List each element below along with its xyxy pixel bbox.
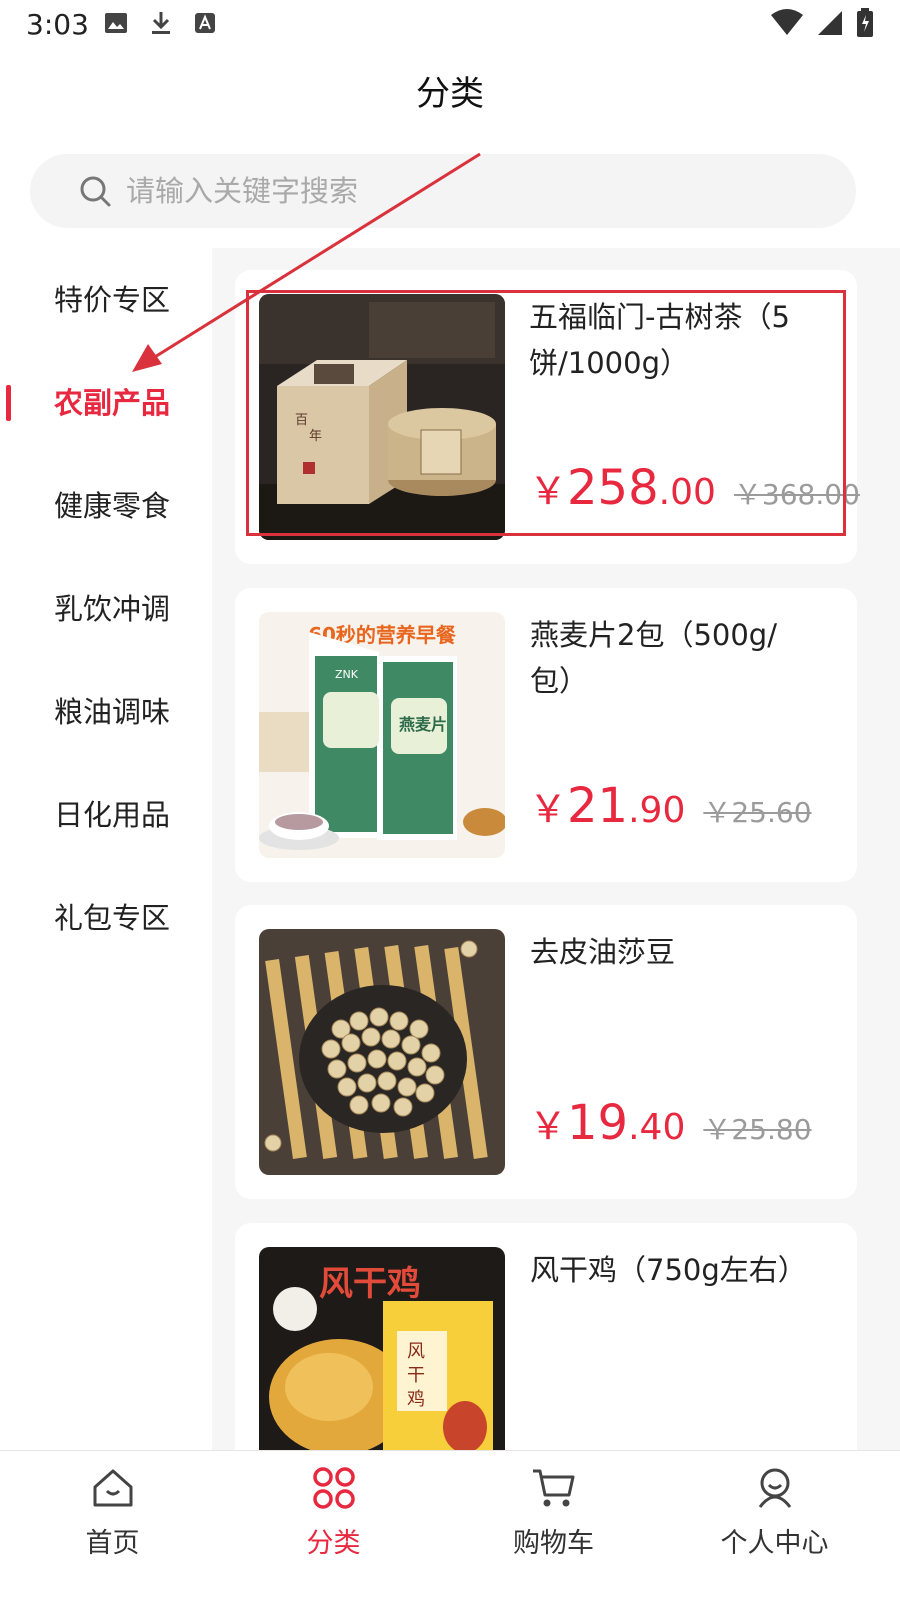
cart-icon [533, 1469, 575, 1507]
sidebar-item-grain-oil-seasoning[interactable]: 粮油调味 [0, 682, 212, 742]
price-row: ￥ 258 .00 ￥368.00 [529, 460, 860, 516]
svg-text:风: 风 [407, 1341, 425, 1362]
product-image-tea[interactable]: 百 年 [259, 294, 505, 540]
app-notification-icon [195, 13, 215, 33]
original-price: ￥25.60 [703, 796, 812, 829]
price-integer: 258 [567, 460, 659, 516]
product-card[interactable]: 60秒的营养早餐 ZNK 燕麦片 燕麦片2包（500g/包） ￥ 21 .90 [235, 588, 857, 882]
category-icon [313, 1467, 355, 1509]
sidebar-item-label: 特价专区 [54, 283, 171, 317]
nav-cart[interactable]: 购物车 [441, 1451, 666, 1600]
svg-text:百: 百 [295, 413, 308, 428]
price-integer: 19 [567, 1095, 629, 1151]
sidebar-item-daily-chemicals[interactable]: 日化用品 [0, 785, 212, 845]
signal-icon [818, 11, 842, 35]
nav-label: 个人中心 [720, 1528, 829, 1559]
svg-text:年: 年 [309, 429, 322, 444]
sidebar-item-label: 农副产品 [54, 386, 171, 420]
nav-category[interactable]: 分类 [221, 1451, 446, 1600]
product-image-oatmeal[interactable]: 60秒的营养早餐 ZNK 燕麦片 [259, 612, 505, 858]
wifi-icon [771, 9, 803, 35]
product-name[interactable]: 燕麦片2包（500g/包） [530, 612, 800, 704]
product-name[interactable]: 风干鸡（750g左右） [530, 1247, 850, 1293]
sidebar-item-label: 乳饮冲调 [54, 592, 171, 626]
price-symbol: ￥ [529, 1104, 568, 1148]
search-input[interactable] [126, 168, 826, 214]
price-row: ￥ 19 .40 ￥25.80 [529, 1095, 812, 1151]
product-list: 百 年 五福临门-古树茶（5饼/1000g） ￥ 258 .00 ￥368.00… [212, 248, 900, 1450]
sidebar-item-gift-packs[interactable]: 礼包专区 [0, 888, 212, 948]
home-icon [93, 1469, 133, 1507]
chicken-image-headline: 风干鸡 [319, 1264, 421, 1304]
system-icons [770, 8, 874, 38]
price-decimal: .00 [658, 472, 716, 513]
oatmeal-brand-label: ZNK [335, 668, 359, 681]
price-symbol: ￥ [529, 469, 568, 513]
notification-icons [104, 10, 216, 36]
price-row: ￥ 21 .90 ￥25.60 [529, 778, 812, 834]
product-card[interactable]: 去皮油莎豆 ￥ 19 .40 ￥25.80 [235, 905, 857, 1199]
download-icon [152, 12, 170, 34]
sidebar-item-label: 礼包专区 [54, 901, 171, 935]
search-bar[interactable] [30, 154, 856, 228]
status-time: 3:03 [26, 8, 89, 41]
product-image-tiger-nuts[interactable] [259, 929, 505, 1175]
nav-label: 购物车 [513, 1528, 594, 1559]
sidebar-item-label: 粮油调味 [54, 695, 171, 729]
svg-text:鸡: 鸡 [407, 1389, 425, 1410]
nav-label: 首页 [85, 1528, 140, 1559]
product-card[interactable]: 风干鸡 风 干 鸡 风干鸡（750g左右） [235, 1223, 857, 1450]
original-price: ￥25.80 [703, 1113, 812, 1146]
search-icon [80, 176, 111, 207]
svg-text:干: 干 [407, 1365, 425, 1386]
original-price: ￥368.00 [733, 478, 860, 511]
sidebar-item-label: 健康零食 [54, 489, 171, 523]
bottom-nav: 首页 分类 购物车 个人中心 [0, 1450, 900, 1600]
product-name[interactable]: 五福临门-古树茶（5饼/1000g） [529, 294, 829, 386]
product-image-dried-chicken[interactable]: 风干鸡 风 干 鸡 [259, 1247, 505, 1450]
nav-home[interactable]: 首页 [0, 1451, 225, 1600]
price-decimal: .90 [628, 790, 686, 831]
battery-icon [857, 8, 873, 37]
image-icon [105, 13, 127, 33]
sidebar-item-special-offers[interactable]: 特价专区 [0, 270, 212, 330]
sidebar-item-healthy-snacks[interactable]: 健康零食 [0, 476, 212, 536]
price-integer: 21 [567, 778, 629, 834]
price-symbol: ￥ [529, 787, 568, 831]
user-icon [758, 1468, 792, 1508]
product-name[interactable]: 去皮油莎豆 [530, 929, 830, 975]
price-decimal: .40 [628, 1107, 686, 1148]
sidebar-item-label: 日化用品 [54, 798, 171, 832]
nav-profile[interactable]: 个人中心 [662, 1451, 887, 1600]
status-bar: 3:03 [0, 0, 900, 50]
page-title: 分类 [416, 74, 484, 114]
sidebar-item-dairy-drinks[interactable]: 乳饮冲调 [0, 579, 212, 639]
active-indicator [6, 385, 11, 421]
product-card[interactable]: 百 年 五福临门-古树茶（5饼/1000g） ￥ 258 .00 ￥368.00 [235, 270, 860, 564]
nav-label: 分类 [306, 1528, 361, 1559]
category-sidebar: 特价专区 农副产品 健康零食 乳饮冲调 粮油调味 日化用品 礼包专区 [0, 248, 212, 1450]
sidebar-item-farm-products[interactable]: 农副产品 [0, 373, 212, 433]
oatmeal-pack-label: 燕麦片 [399, 715, 447, 734]
